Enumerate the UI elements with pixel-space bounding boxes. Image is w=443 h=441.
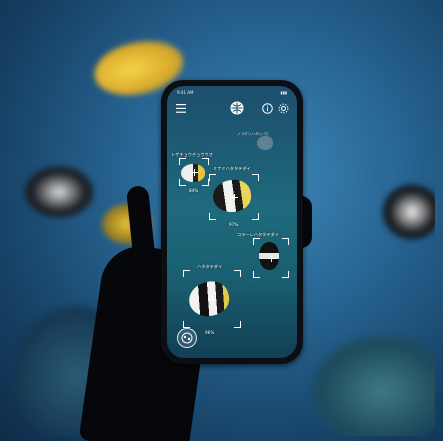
globe-logo-icon[interactable]: [229, 100, 245, 116]
bg-dark-fish-left: [24, 166, 94, 218]
smartphone: 9:41 AM ▮▮▮ ノコギリハギ(シマ) トゲチョウチョウウオ ミナミハタタ…: [161, 80, 303, 364]
bg-coral: [312, 336, 435, 436]
confidence-left: 84%: [189, 188, 199, 193]
screen-fish-top: [257, 136, 273, 150]
ar-screen: 9:41 AM ▮▮▮ ノコギリハギ(シマ) トゲチョウチョウウオ ミナミハタタ…: [167, 86, 297, 358]
info-icon[interactable]: [261, 102, 273, 114]
bg-dark-fish-right: [382, 184, 435, 240]
gear-icon[interactable]: [277, 102, 289, 114]
battery-icon: ▮▮▮: [280, 90, 287, 95]
status-bar: 9:41 AM ▮▮▮: [177, 90, 287, 98]
fish-label-center[interactable]: ミナミハタタテダイ: [213, 166, 251, 172]
menu-icon[interactable]: [175, 102, 187, 114]
detect-box-center[interactable]: [209, 174, 259, 220]
confidence-center: 97%: [229, 222, 239, 227]
lens-scan-icon[interactable]: [177, 328, 197, 348]
photo-scene: 9:41 AM ▮▮▮ ノコギリハギ(シマ) トゲチョウチョウウオ ミナミハタタ…: [0, 0, 443, 441]
top-bar: [173, 100, 291, 116]
status-time: 9:41 AM: [177, 90, 194, 95]
fish-label-top-right[interactable]: ノコギリハギ(シマ): [237, 132, 269, 137]
detect-box-left[interactable]: [179, 158, 209, 186]
detect-box-right[interactable]: [253, 238, 289, 278]
confidence-bottom: 96%: [205, 330, 215, 335]
detect-box-bottom[interactable]: [183, 270, 241, 328]
